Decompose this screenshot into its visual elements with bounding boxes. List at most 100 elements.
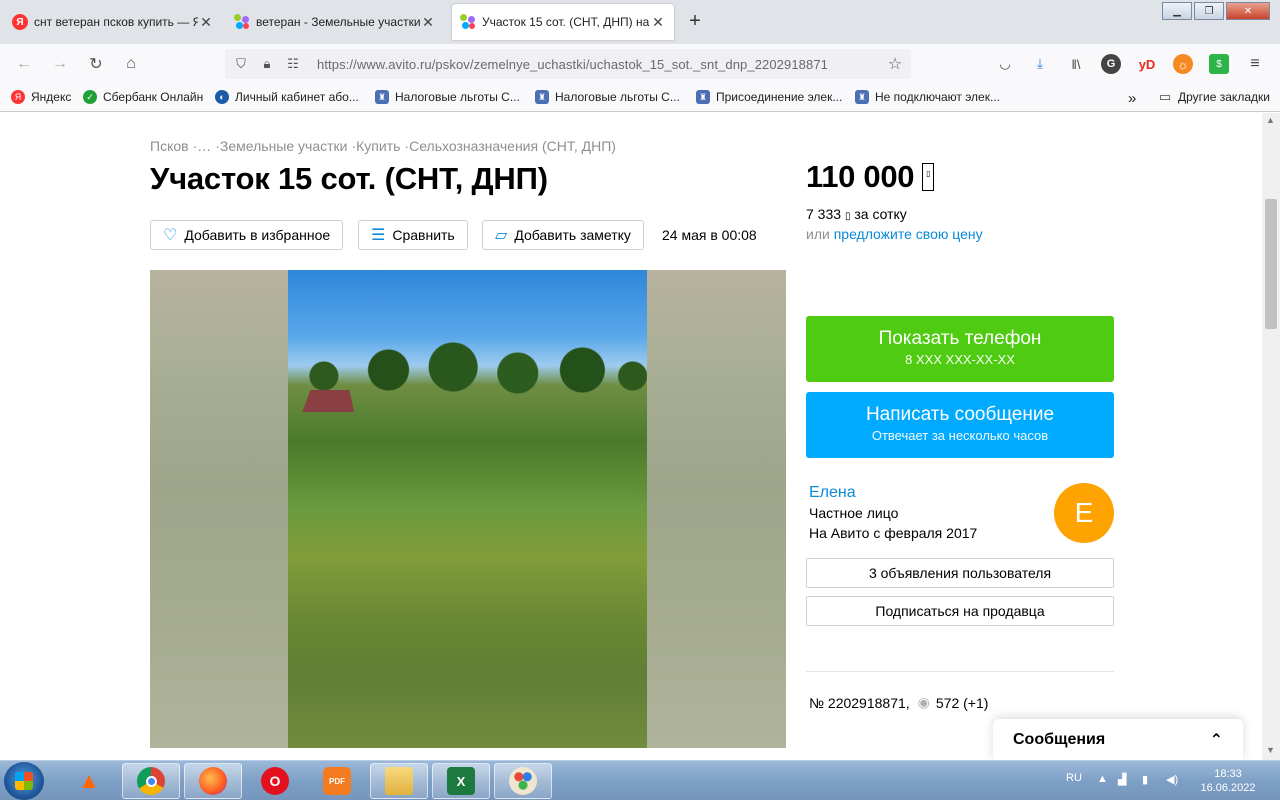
subscribe-seller-button[interactable]: Подписаться на продавца: [806, 596, 1114, 626]
url-bar[interactable]: ⛉ 🔒︎ ☷ https://www.avito.ru/pskov/zemeln…: [225, 49, 911, 79]
network-icon[interactable]: ▟: [1118, 773, 1126, 786]
tab-title: снт ветеран псков купить — Ян: [34, 15, 198, 29]
ruble-icon: ▯: [922, 163, 935, 191]
rss-icon[interactable]: ☼: [1173, 54, 1193, 74]
taskbar-explorer[interactable]: [370, 763, 428, 799]
clock-time: 18:33: [1214, 768, 1242, 780]
taskbar-excel[interactable]: X: [432, 763, 490, 799]
seller-ads-button[interactable]: 3 объявления пользователя: [806, 558, 1114, 588]
photo-gallery[interactable]: [150, 270, 786, 748]
start-button[interactable]: [4, 762, 44, 800]
bookmark-no-connection[interactable]: ♜ Не подключают элек...: [855, 90, 1000, 104]
bookmark-tax-2[interactable]: ♜ Налоговые льготы С...: [535, 90, 680, 104]
opera-icon: O: [261, 767, 289, 795]
menu-icon[interactable]: ≡: [1245, 54, 1265, 74]
divider: [806, 671, 1114, 672]
breadcrumb-link[interactable]: Псков: [150, 138, 189, 154]
bookmarks-bar: Я Яндекс ✓ Сбербанк Онлайн ◐ Личный кабинет…: [0, 84, 1280, 112]
avatar[interactable]: Е: [1054, 483, 1114, 543]
bookmark-label: Присоединение элек...: [716, 90, 843, 104]
messages-panel[interactable]: Сообщения ⌃: [993, 719, 1243, 760]
permissions-icon[interactable]: ☷: [283, 56, 303, 72]
extension-g-icon[interactable]: G: [1101, 54, 1121, 74]
emblem-icon: ♜: [696, 90, 710, 104]
close-icon[interactable]: ✕: [650, 14, 666, 31]
taskbar-opera[interactable]: O: [246, 763, 304, 799]
new-tab-button[interactable]: +: [684, 10, 706, 33]
scroll-down-icon[interactable]: ▼: [1266, 745, 1275, 755]
breadcrumb-link[interactable]: Сельхозназначения (СНТ, ДНП): [409, 138, 616, 154]
restore-button[interactable]: ❐: [1194, 2, 1224, 20]
breadcrumb-link[interactable]: …: [197, 138, 211, 154]
power-icon[interactable]: ▮: [1142, 773, 1148, 786]
volume-icon[interactable]: ◀): [1166, 773, 1178, 786]
back-icon[interactable]: ←: [12, 52, 36, 76]
show-phone-button[interactable]: Показать телефон 8 XXX XXX-XX-XX: [806, 316, 1114, 382]
shield-icon[interactable]: ⛉: [231, 56, 251, 72]
seller-name-link[interactable]: Елена: [809, 484, 856, 502]
bookmark-cabinet[interactable]: ◐ Личный кабинет або...: [215, 90, 359, 104]
folder-icon: ▭: [1158, 89, 1172, 104]
bookmark-label: Налоговые льготы С...: [555, 90, 680, 104]
tray-expand-icon[interactable]: ▲: [1097, 773, 1108, 785]
currency-extension-icon[interactable]: $: [1209, 54, 1229, 74]
other-bookmarks[interactable]: ▭ Другие закладки: [1158, 89, 1270, 104]
minimize-button[interactable]: ▁: [1162, 2, 1192, 20]
add-to-favorites-button[interactable]: ♡ Добавить в избранное: [150, 220, 344, 250]
messages-title: Сообщения: [1013, 730, 1106, 748]
close-icon[interactable]: ✕: [198, 14, 214, 31]
price-per-suffix: за сотку: [854, 206, 907, 222]
offer-price-link[interactable]: предложите свою цену: [834, 226, 983, 242]
close-icon[interactable]: ✕: [420, 14, 436, 31]
bookmark-connection[interactable]: ♜ Присоединение элек...: [696, 90, 842, 104]
write-message-button[interactable]: Написать сообщение Отвечает за несколько…: [806, 392, 1114, 458]
tab-avito-search[interactable]: ветеран - Земельные участки ✕: [226, 4, 444, 40]
tab-title: ветеран - Земельные участки: [256, 15, 420, 29]
star-icon[interactable]: ☆: [885, 54, 905, 74]
forward-icon[interactable]: →: [48, 52, 72, 76]
yandex-icon: Я: [11, 90, 25, 104]
compare-button[interactable]: ☰ Сравнить: [358, 220, 468, 250]
response-time: Отвечает за несколько часов: [871, 428, 1049, 443]
view-count: 572 (+1): [935, 694, 989, 711]
scroll-up-icon[interactable]: ▲: [1266, 115, 1275, 125]
home-icon[interactable]: ⌂: [119, 52, 143, 76]
breadcrumb-link[interactable]: Земельные участки: [220, 138, 348, 154]
phone-masked: 8 XXX XXX-XX-XX: [905, 352, 1015, 367]
url-text[interactable]: https://www.avito.ru/pskov/zemelnye_ucha…: [317, 57, 828, 72]
chevron-up-icon[interactable]: ⌃: [1210, 730, 1223, 750]
show-phone-label: Показать телефон: [878, 328, 1042, 349]
bookmark-label: Яндекс: [31, 90, 72, 104]
lock-icon[interactable]: 🔒︎: [257, 56, 277, 72]
taskbar-pdf[interactable]: PDF: [308, 763, 366, 799]
bookmark-tax-1[interactable]: ♜ Налоговые льготы С...: [375, 90, 520, 104]
price-per-unit: 7 333 ▯ за сотку: [806, 206, 907, 222]
clock[interactable]: 18:33 16.06.2022: [1196, 767, 1260, 795]
download-icon[interactable]: ⤓: [1030, 54, 1050, 74]
page-scrollbar[interactable]: ▲ ▼: [1262, 113, 1280, 760]
bookmarks-overflow-icon[interactable]: »: [1128, 90, 1136, 107]
add-note-button[interactable]: ▱ Добавить заметку: [482, 220, 644, 250]
close-window-button[interactable]: ✕: [1226, 2, 1270, 20]
tab-listing[interactable]: Участок 15 сот. (СНТ, ДНП) на ✕: [452, 4, 674, 40]
reload-icon[interactable]: ↻: [84, 52, 108, 76]
breadcrumb-link[interactable]: Купить: [356, 138, 400, 154]
yandex-disk-icon[interactable]: yD: [1137, 54, 1157, 74]
pocket-icon[interactable]: ◡: [995, 54, 1015, 74]
yandex-icon: Я: [12, 14, 28, 30]
taskbar-paint[interactable]: [494, 763, 552, 799]
note-icon: ▱: [495, 227, 508, 244]
taskbar-chrome[interactable]: [122, 763, 180, 799]
tab-yandex-search[interactable]: Я снт ветеран псков купить — Ян ✕: [4, 4, 222, 40]
bookmark-yandex[interactable]: Я Яндекс: [11, 90, 71, 104]
bookmark-sberbank[interactable]: ✓ Сбербанк Онлайн: [83, 90, 203, 104]
bookmark-label: Другие закладки: [1178, 90, 1270, 104]
taskbar-firefox[interactable]: [184, 763, 242, 799]
language-indicator[interactable]: RU: [1066, 772, 1082, 784]
listing-photo[interactable]: [288, 270, 647, 748]
offer-prefix: или: [806, 226, 830, 242]
taskbar-vlc[interactable]: ▲: [60, 763, 118, 799]
library-icon[interactable]: ‖\: [1066, 54, 1086, 74]
bookmark-label: Налоговые льготы С...: [395, 90, 520, 104]
scrollbar-thumb[interactable]: [1265, 199, 1277, 329]
